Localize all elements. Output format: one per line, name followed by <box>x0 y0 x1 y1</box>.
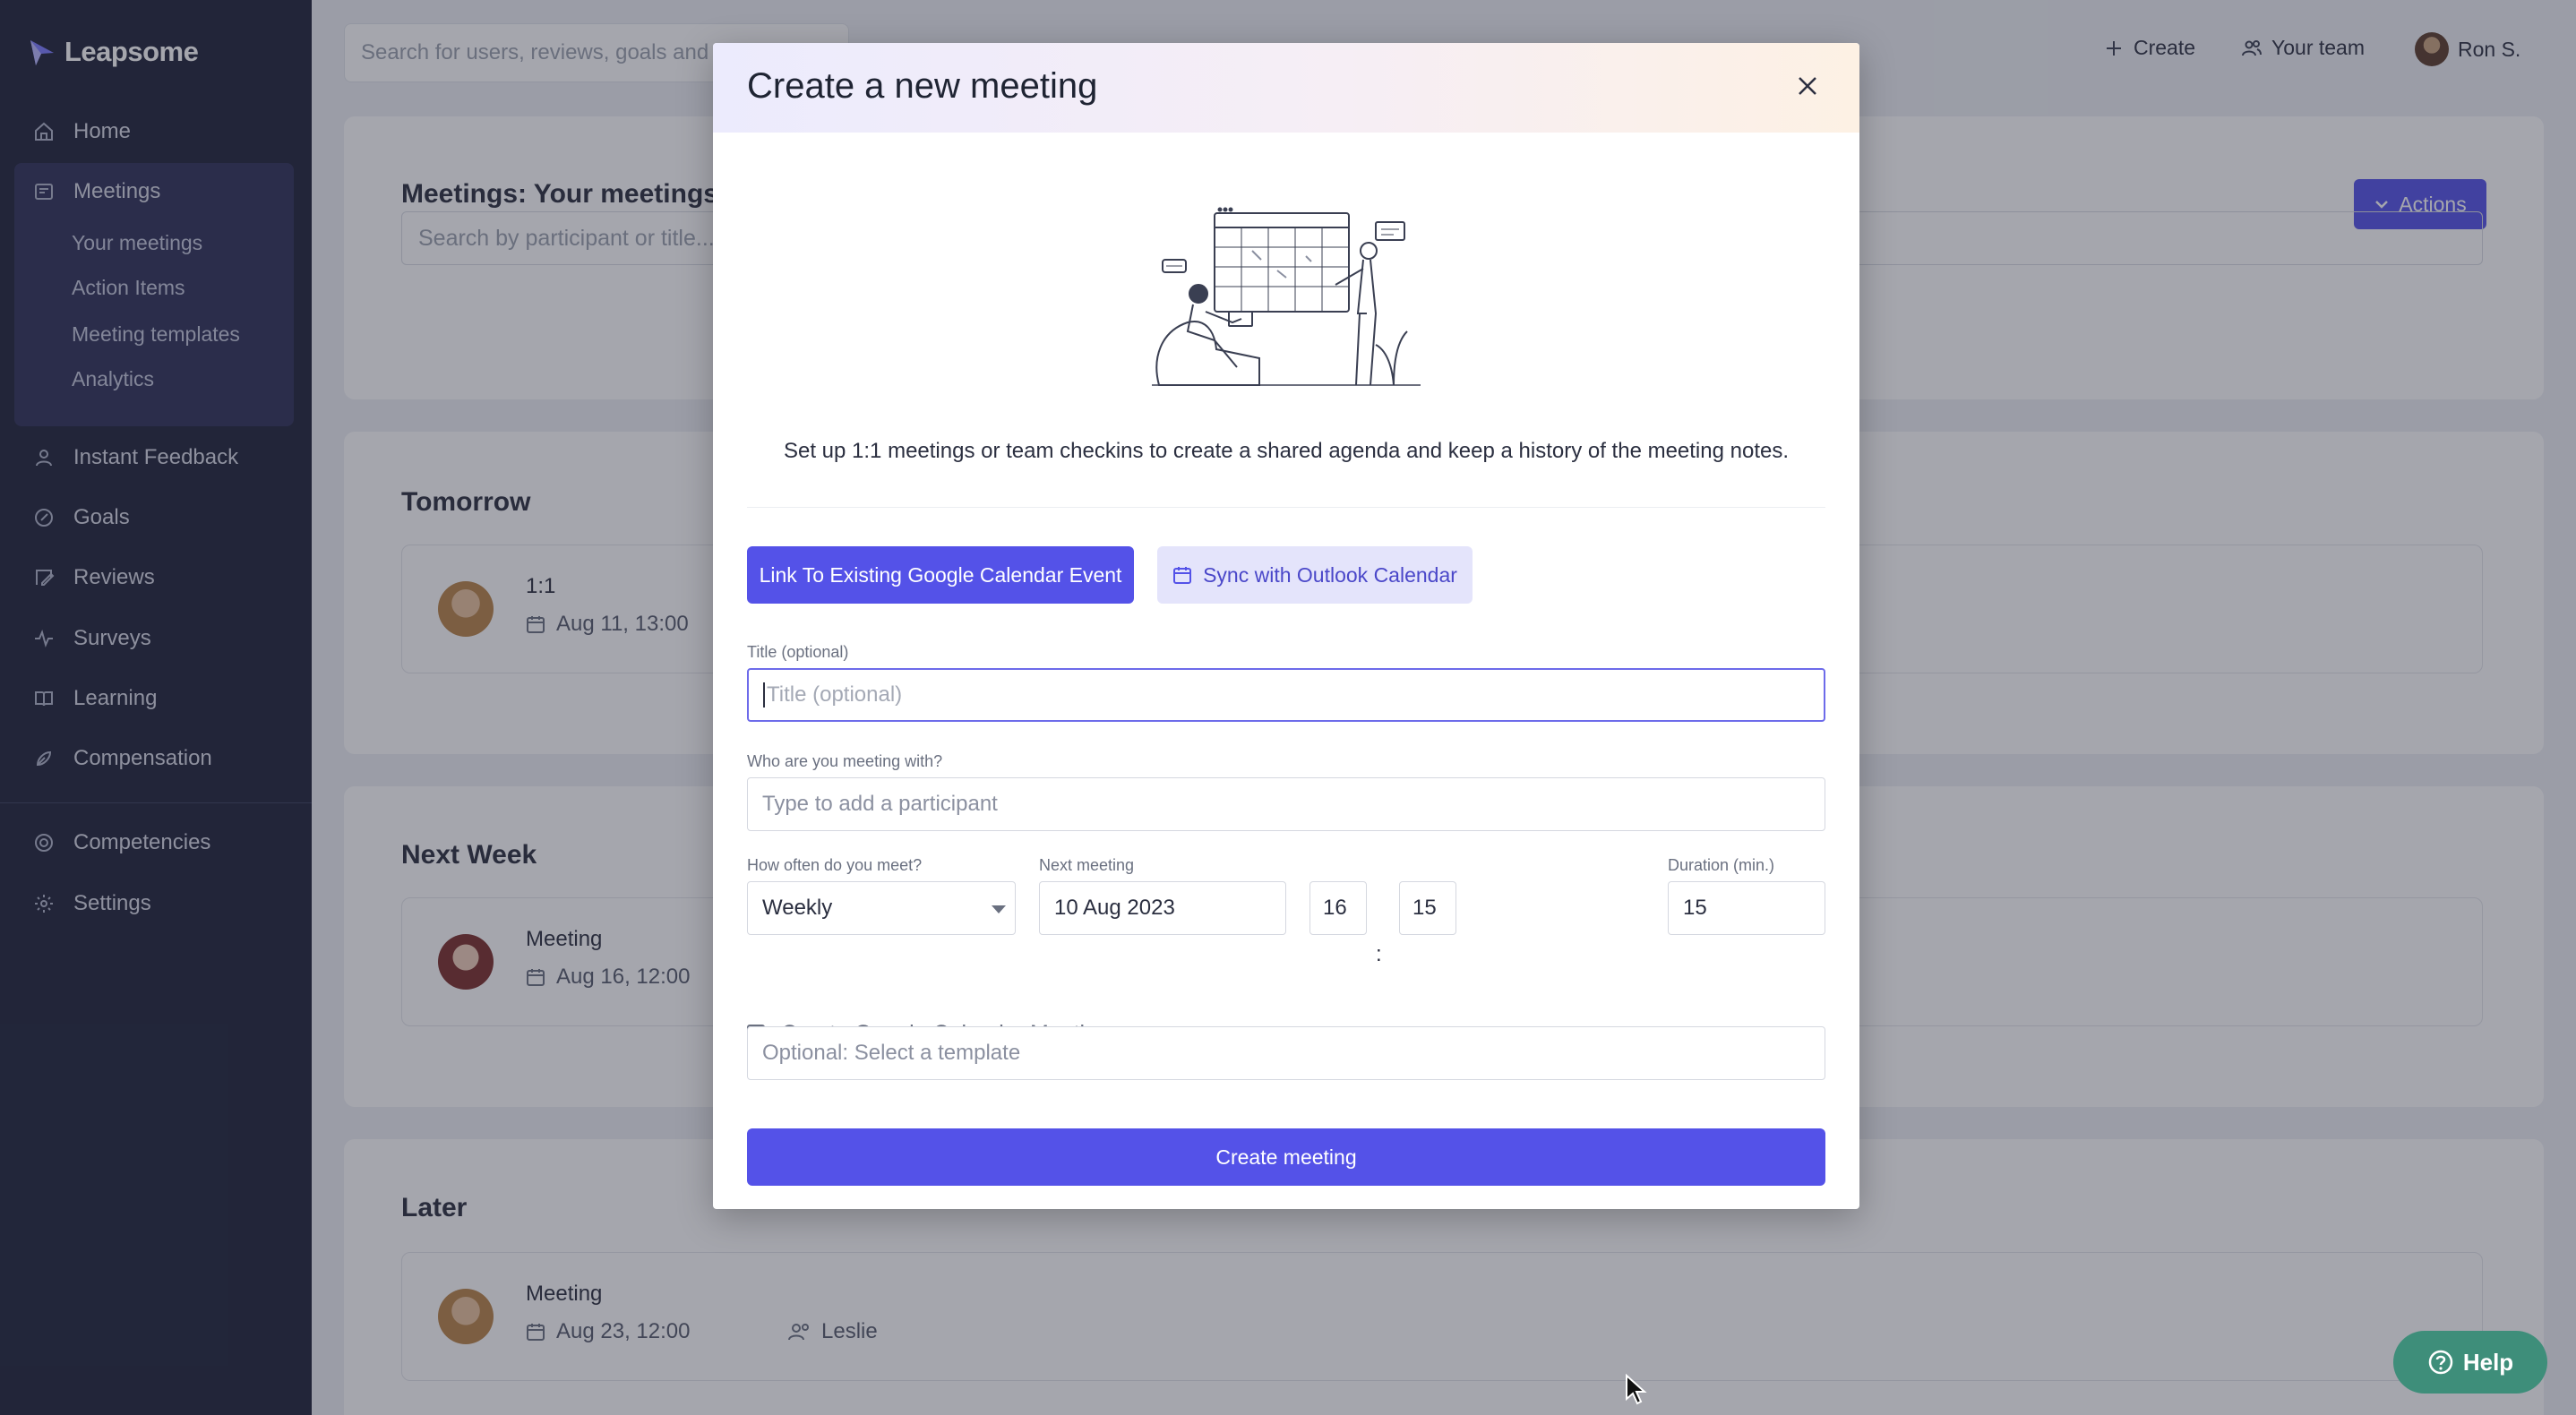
frequency-field-label: How often do you meet? <box>747 856 923 874</box>
next-meeting-date-input[interactable]: 10 Aug 2023 <box>1039 881 1286 935</box>
hour-value: 16 <box>1323 896 1347 920</box>
help-button[interactable]: Help <box>2393 1331 2547 1394</box>
mouse-pointer-icon <box>1626 1374 1647 1405</box>
close-button[interactable] <box>1791 70 1824 102</box>
participant-input[interactable]: Type to add a participant <box>747 777 1825 831</box>
minute-value: 15 <box>1413 896 1437 920</box>
text-caret <box>763 682 765 708</box>
help-label: Help <box>2462 1348 2514 1376</box>
dialog-header: Create a new meeting <box>713 43 1859 133</box>
next-meeting-date-value: 10 Aug 2023 <box>1054 896 1175 920</box>
dropdown-arrow-icon <box>992 905 1006 913</box>
create-meeting-dialog: Create a new meeting Set up 1:1 meetings… <box>713 43 1859 1209</box>
next-meeting-field-label: Next meeting <box>1039 856 1135 874</box>
duration-field-label: Duration (min.) <box>1668 856 1775 874</box>
dialog-title: Create a new meeting <box>747 66 1098 106</box>
frequency-select[interactable]: Weekly <box>747 881 1016 935</box>
hour-input[interactable]: 16 <box>1309 881 1367 935</box>
template-select[interactable]: Optional: Select a template <box>747 1026 1825 1080</box>
title-field-label: Title (optional) <box>747 643 849 661</box>
question-circle-icon <box>2428 1350 2453 1375</box>
duration-input[interactable]: 15 <box>1668 881 1825 935</box>
minute-input[interactable]: 15 <box>1399 881 1456 935</box>
calendar-icon <box>1173 567 1192 584</box>
template-placeholder: Optional: Select a template <box>762 1041 1021 1065</box>
create-meeting-button[interactable]: Create meeting <box>747 1128 1825 1186</box>
time-separator: : <box>1376 942 1382 966</box>
dialog-divider <box>747 507 1825 508</box>
close-icon <box>1799 77 1816 95</box>
link-google-calendar-button[interactable]: Link To Existing Google Calendar Event <box>747 546 1134 604</box>
sync-outlook-button[interactable]: Sync with Outlook Calendar <box>1157 546 1473 604</box>
frequency-value: Weekly <box>762 896 833 920</box>
title-placeholder: Title (optional) <box>767 682 903 707</box>
duration-value: 15 <box>1683 896 1707 920</box>
meeting-illustration <box>1152 207 1421 386</box>
title-input[interactable]: Title (optional) <box>747 668 1825 722</box>
participant-field-label: Who are you meeting with? <box>747 752 943 770</box>
dialog-description: Set up 1:1 meetings or team checkins to … <box>783 439 1790 463</box>
sync-outlook-label: Sync with Outlook Calendar <box>1203 562 1457 587</box>
participant-placeholder: Type to add a participant <box>762 792 998 816</box>
